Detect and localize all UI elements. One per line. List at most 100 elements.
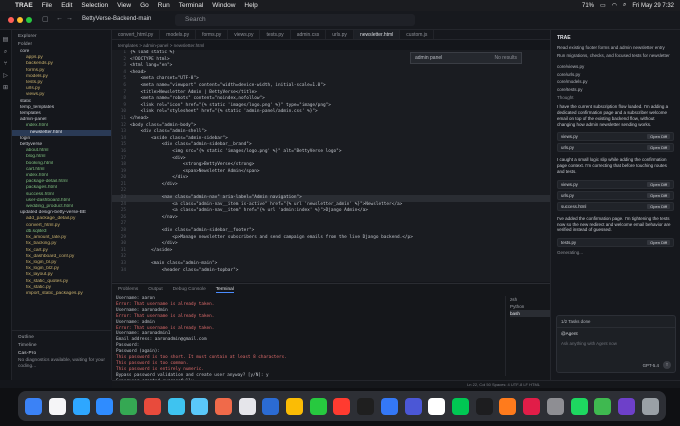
dock-app-icon[interactable] <box>357 397 375 415</box>
clock[interactable]: Fri May 29 7:32 <box>632 3 674 9</box>
changed-file[interactable]: tests.py Open Diff <box>557 238 674 248</box>
editor-tab[interactable]: forms.py <box>196 30 229 39</box>
code-text[interactable]: <main class="admin-main"> <box>130 261 217 268</box>
find-input[interactable]: admin panel <box>415 55 442 61</box>
code-text[interactable]: <meta name="robots" content="noindex,nof… <box>130 96 265 103</box>
run-debug-icon[interactable]: ▷ <box>0 70 11 82</box>
dock-app-icon[interactable] <box>452 397 469 415</box>
close-window-button[interactable] <box>8 17 14 23</box>
open-diff-button[interactable]: Open Diff <box>647 134 670 140</box>
terminal-session-zsh[interactable]: zsh <box>510 296 550 303</box>
sidebar-toggle-icon[interactable]: ▢ <box>42 15 49 23</box>
code-text[interactable]: <strong>BettyVerse</strong> <box>130 162 254 169</box>
code-text[interactable]: </aside> <box>130 248 172 255</box>
breadcrumb[interactable]: templates > admin-panel > newsletter.htm… <box>112 41 550 50</box>
code-text[interactable]: <html lang="en"> <box>130 63 172 70</box>
code-line[interactable]: 15 <div class="admin-sidebar__brand"> <box>112 142 550 149</box>
open-diff-button[interactable]: Open Diff <box>647 181 670 187</box>
file-reference[interactable]: core/tests.py <box>551 86 680 94</box>
editor-tab[interactable]: custom.js <box>400 30 435 39</box>
code-line[interactable]: 34 <header class="admin-topbar"> <box>112 268 550 275</box>
source-control-icon[interactable]: ⑂ <box>0 58 11 70</box>
menu-run[interactable]: Run <box>158 2 170 9</box>
file-reference[interactable]: core/views.py <box>551 63 680 71</box>
search-view-icon[interactable]: ⌕ <box>0 46 11 58</box>
code-line[interactable]: 28 <div class="admin-sidebar__footer"> <box>112 228 550 235</box>
open-diff-button[interactable]: Open Diff <box>647 240 670 246</box>
explorer-icon[interactable]: ▤ <box>0 34 11 46</box>
code-line[interactable]: 23 <nav class="admin-nav" aria-label="Ad… <box>112 195 550 202</box>
file-reference[interactable]: core/models.py <box>551 78 680 86</box>
dock-app-icon[interactable] <box>404 397 422 415</box>
dock-app-icon[interactable] <box>262 397 280 415</box>
forward-arrow-icon[interactable]: → <box>66 15 73 22</box>
editor-tab[interactable]: admin.css <box>291 30 327 39</box>
code-line[interactable]: 3 <html lang="en"> <box>112 63 550 70</box>
dock-app-icon[interactable] <box>143 397 161 415</box>
code-line[interactable]: 18 <strong>BettyVerse</strong> <box>112 162 550 169</box>
code-line[interactable]: 16 <img src="{% static 'images/logo.png'… <box>112 149 550 156</box>
command-search-input[interactable]: Search <box>175 14 415 26</box>
changed-file[interactable]: urls.py Open Diff <box>557 143 674 153</box>
dock-app-icon[interactable] <box>641 397 659 415</box>
menu-go[interactable]: Go <box>140 2 149 9</box>
dock-app-icon[interactable] <box>309 397 327 415</box>
dock-app-icon[interactable] <box>570 397 588 415</box>
task-item[interactable]: Run migrations, checks, and focused test… <box>551 52 680 60</box>
menu-window[interactable]: Window <box>212 2 235 9</box>
code-text[interactable]: </div> <box>130 182 178 189</box>
back-arrow-icon[interactable]: ← <box>56 15 63 22</box>
model-selector[interactable]: GPT-5.4 <box>643 363 659 368</box>
changed-file[interactable]: urls.py Open Diff <box>557 190 674 200</box>
dock-app-icon[interactable] <box>475 397 493 415</box>
file-item[interactable]: import_static_packages.py <box>12 291 111 297</box>
terminal-session-bash[interactable]: bash <box>510 310 550 317</box>
dock-app-icon[interactable] <box>167 397 185 415</box>
dock-app-icon[interactable] <box>120 397 138 415</box>
editor-tab[interactable]: views.py <box>228 30 261 39</box>
code-line[interactable]: 6 <meta name="viewport" content="width=d… <box>112 83 550 90</box>
search-icon[interactable]: ⌕ <box>623 2 626 9</box>
menu-selection[interactable]: Selection <box>81 2 108 9</box>
dock-app-icon[interactable] <box>380 397 398 415</box>
dock-app-icon[interactable] <box>594 397 612 415</box>
outline-section[interactable]: Outline <box>12 331 111 342</box>
changed-file[interactable]: views.py Open Diff <box>557 179 674 189</box>
menu-help[interactable]: Help <box>244 2 257 9</box>
code-line[interactable]: 21 </div> <box>112 182 550 189</box>
code-text[interactable]: </head> <box>130 116 149 123</box>
changed-file[interactable]: views.py Open Diff <box>557 132 674 142</box>
code-text[interactable]: </div> <box>130 175 188 182</box>
app-menu[interactable]: TRAE <box>15 2 33 9</box>
todo-progress[interactable]: 1/2 Tasks done <box>557 316 675 328</box>
code-line[interactable]: 26 </nav> <box>112 215 550 222</box>
open-diff-button[interactable]: Open Diff <box>647 145 670 151</box>
battery-percent[interactable]: 71% <box>582 3 594 9</box>
code-text[interactable]: <meta name="viewport" content="width=dev… <box>130 83 326 90</box>
dock-app-icon[interactable] <box>72 397 90 415</box>
code-text[interactable]: <img src="{% static 'images/logo.png' %}… <box>130 149 341 156</box>
code-text[interactable]: <div class="admin-shell"> <box>130 129 207 136</box>
status-bar[interactable]: Ln 22, Col 50 Spaces: 4 UTF-8 LF HTML <box>112 380 680 388</box>
battery-icon[interactable]: ▭ <box>600 2 606 9</box>
problems-section-title[interactable]: Cas-Pro <box>12 350 111 358</box>
dock-app-icon[interactable] <box>546 397 564 415</box>
tab-debug-console[interactable]: Debug Console <box>173 287 206 293</box>
code-text[interactable]: <div class="admin-sidebar__brand"> <box>130 142 252 149</box>
minimize-window-button[interactable] <box>17 17 23 23</box>
code-line[interactable]: 8 <meta name="robots" content="noindex,n… <box>112 96 550 103</box>
code-text[interactable]: <meta charset="UTF-8"> <box>130 76 199 83</box>
dock-app-icon[interactable] <box>96 397 114 415</box>
send-icon[interactable]: ↑ <box>663 361 671 369</box>
agent-mention[interactable]: @Agent <box>557 328 675 339</box>
thought-label[interactable]: Thought <box>551 94 680 102</box>
editor-tab[interactable]: urls.py <box>326 30 354 39</box>
chat-input-placeholder[interactable]: Ask anything with Agent now <box>557 339 675 348</box>
menu-terminal[interactable]: Terminal <box>179 2 204 9</box>
workspace-name[interactable]: BettyVerse-Backend-main <box>82 16 151 22</box>
open-diff-button[interactable]: Open Diff <box>647 203 670 209</box>
code-line[interactable]: 13 <div class="admin-shell"> <box>112 129 550 136</box>
editor-tab[interactable]: newsletter.html <box>353 30 401 39</box>
code-text[interactable]: <a class="admin-nav__item" href="{% url … <box>130 208 368 215</box>
menu-edit[interactable]: Edit <box>61 2 72 9</box>
